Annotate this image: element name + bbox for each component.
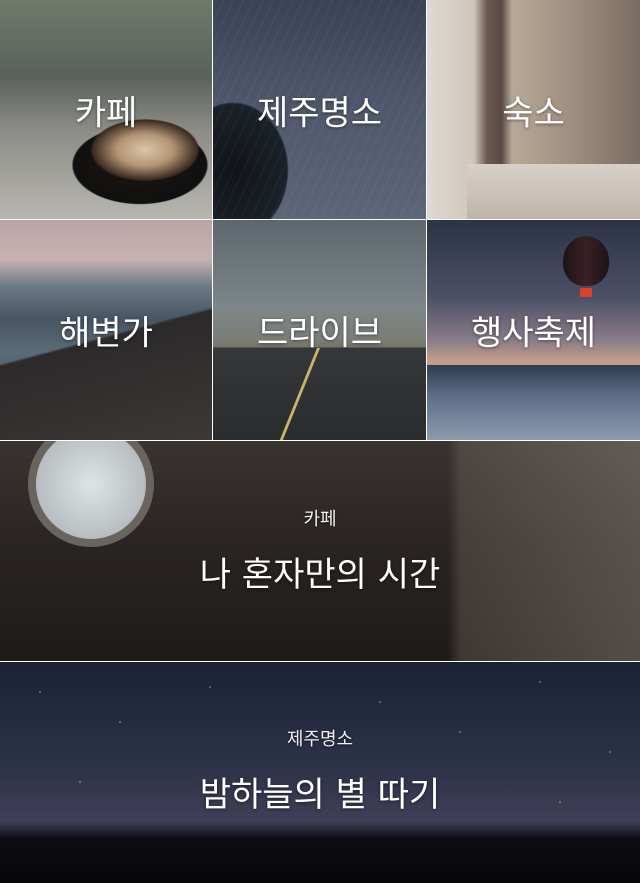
category-label: 행사축제 bbox=[470, 313, 597, 354]
category-label: 해변가 bbox=[59, 313, 153, 354]
hot-air-balloon-icon bbox=[563, 236, 609, 297]
category-page: 카페 제주명소 숙소 해변가 드라이브 행사축제 카페 나 혼자만의 시간 제주… bbox=[0, 0, 640, 883]
category-tile-beach[interactable]: 해변가 bbox=[0, 220, 212, 440]
category-label: 제주명소 bbox=[256, 93, 383, 133]
featured-banner-night-sky[interactable]: 제주명소 밤하늘의 별 따기 bbox=[0, 662, 640, 883]
category-label: 드라이브 bbox=[256, 313, 383, 354]
category-label: 카페 bbox=[74, 93, 138, 133]
banner-title: 밤하늘의 별 따기 bbox=[199, 775, 441, 815]
category-label: 숙소 bbox=[502, 93, 565, 133]
category-tile-jeju-attractions[interactable]: 제주명소 bbox=[213, 0, 426, 219]
banner-category: 제주명소 bbox=[286, 729, 354, 750]
category-tile-cafe[interactable]: 카페 bbox=[0, 0, 212, 219]
banner-category: 카페 bbox=[303, 509, 337, 530]
banner-title: 나 혼자만의 시간 bbox=[199, 555, 441, 595]
category-tile-accommodation[interactable]: 숙소 bbox=[427, 0, 640, 219]
category-tile-drive[interactable]: 드라이브 bbox=[213, 220, 426, 440]
featured-banner-alone-time[interactable]: 카페 나 혼자만의 시간 bbox=[0, 441, 640, 661]
category-tile-festival[interactable]: 행사축제 bbox=[427, 220, 640, 440]
